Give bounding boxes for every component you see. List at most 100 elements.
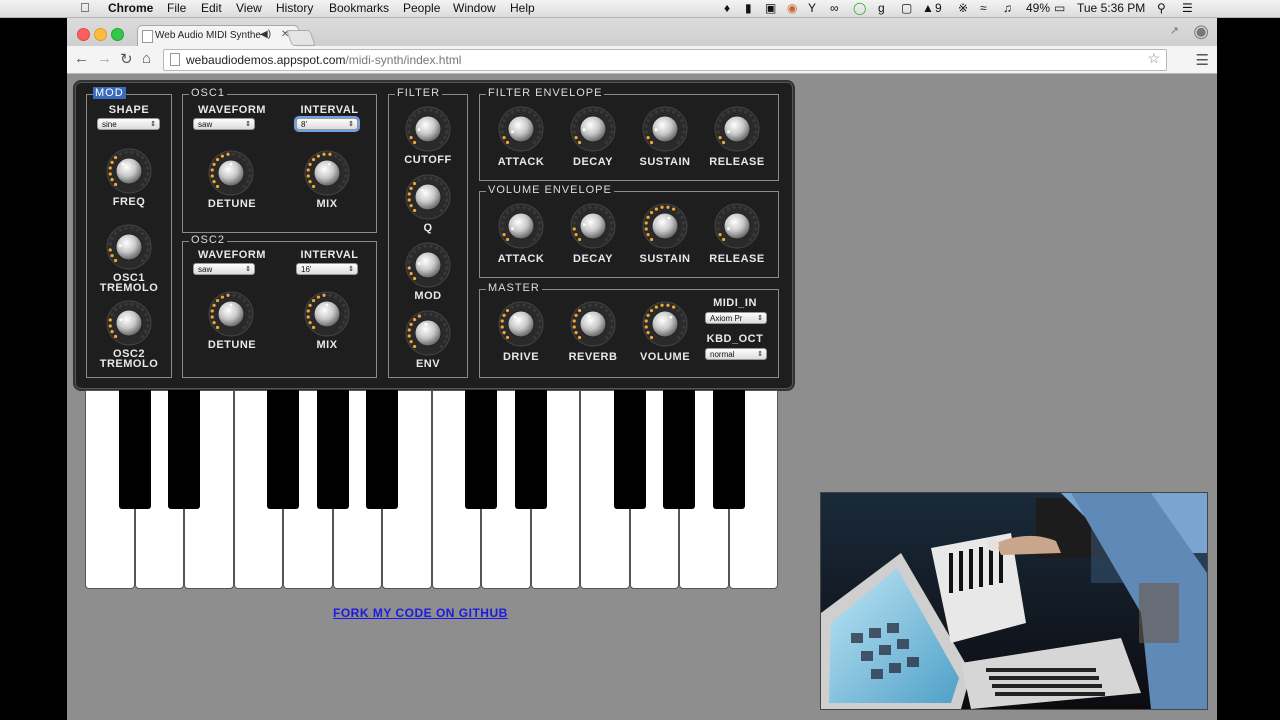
osc1-interval-select[interactable]: 8' ⇕ [296, 118, 358, 130]
volume-knob[interactable] [641, 300, 689, 348]
fenv-sustain-knob[interactable] [641, 105, 689, 153]
venv-sustain-knob[interactable] [641, 202, 689, 250]
clock[interactable]: Tue 5:36 PM [1077, 1, 1145, 15]
reverb-knob[interactable] [569, 300, 617, 348]
knob-led [522, 108, 526, 112]
circle-icon[interactable]: ◯ [853, 1, 866, 15]
knob-led [522, 205, 526, 209]
osc1-tremolo-knob[interactable] [105, 223, 153, 271]
notification-center-icon[interactable]: ☰ [1182, 1, 1193, 15]
adobe-icon[interactable]: ▲ [922, 1, 934, 15]
osc1-waveform-label: WAVEFORM [198, 104, 266, 116]
notification-icon[interactable]: ♦ [724, 1, 730, 15]
battery-percent[interactable]: 49% [1026, 1, 1050, 15]
knob-led [502, 313, 506, 317]
osc1-detune-knob[interactable] [207, 149, 255, 197]
fullscreen-icon[interactable]: ↗ [1170, 24, 1179, 37]
glasses-icon[interactable]: ∞ [830, 1, 839, 15]
new-tab-button[interactable] [286, 30, 316, 46]
volume-icon[interactable]: ♫ [1003, 1, 1012, 15]
knob-led [608, 118, 612, 122]
fenv-release-knob[interactable] [713, 105, 761, 153]
knob-led [505, 237, 510, 242]
menu-people[interactable]: People [403, 1, 440, 15]
knob-graphic [642, 301, 688, 347]
black-key[interactable] [712, 390, 745, 509]
mod-section: MOD SHAPE sine ⇕ FREQ OSC1 TREMOLO OSC2 T… [86, 87, 172, 378]
midi-in-select[interactable]: Axiom Pr ⇕ [705, 312, 767, 324]
knob-led [516, 108, 520, 112]
black-key[interactable] [168, 390, 200, 509]
osc2-mix-knob[interactable] [303, 290, 351, 338]
forward-button[interactable]: → [97, 50, 112, 67]
black-key[interactable] [366, 390, 398, 509]
app-menu[interactable]: Chrome [108, 1, 153, 15]
venv-decay-knob[interactable] [569, 202, 617, 250]
menu-window[interactable]: Window [453, 1, 496, 15]
drive-knob[interactable] [497, 300, 545, 348]
apple-menu-icon[interactable]:  [80, 0, 90, 15]
q-knob[interactable] [404, 173, 452, 221]
menu-edit[interactable]: Edit [201, 1, 222, 15]
wifi-icon[interactable]: ≈ [980, 1, 987, 15]
menu-history[interactable]: History [276, 1, 313, 15]
record-icon[interactable]: ◉ [787, 1, 797, 15]
freq-knob[interactable] [105, 147, 153, 195]
speaker-icon[interactable]: ◀) [260, 29, 271, 40]
back-button[interactable]: ← [74, 50, 89, 67]
shape-select[interactable]: sine ⇕ [97, 118, 160, 130]
black-key[interactable] [316, 390, 349, 509]
black-key[interactable] [118, 390, 151, 509]
knob-led [423, 244, 427, 248]
fenv-decay-knob[interactable] [569, 105, 617, 153]
google-icon[interactable]: g [878, 1, 885, 15]
bookmark-star-icon[interactable]: ☆ [1147, 50, 1160, 67]
address-bar[interactable]: webaudiodemos.appspot.com/midi-synth/ind… [163, 49, 1167, 71]
osc1-mix-knob[interactable] [303, 149, 351, 197]
knob-led [752, 215, 756, 219]
osc2-detune-knob[interactable] [207, 290, 255, 338]
home-button[interactable]: ⌂ [142, 50, 151, 67]
chrome-menu-icon[interactable]: ☰ [1196, 51, 1209, 69]
knob-led [215, 157, 220, 162]
osc2-waveform-select[interactable]: saw ⇕ [193, 263, 255, 275]
kbd-oct-select[interactable]: normal ⇕ [705, 348, 767, 360]
display-icon[interactable]: ▢ [901, 1, 912, 15]
fenv-attack-knob[interactable] [497, 105, 545, 153]
venv-attack-knob[interactable] [497, 202, 545, 250]
menu-view[interactable]: View [236, 1, 262, 15]
knob-led [574, 118, 578, 122]
knob-led [210, 174, 214, 178]
battery-icon-small[interactable]: ▮ [745, 1, 752, 15]
knob-led [110, 236, 114, 240]
venv-release-knob[interactable] [713, 202, 761, 250]
close-window-button[interactable] [77, 28, 90, 41]
env-knob[interactable] [404, 309, 452, 357]
menu-help[interactable]: Help [510, 1, 535, 15]
knob-graphic [642, 203, 688, 249]
bluetooth-icon[interactable]: ※ [958, 1, 968, 15]
camera-icon[interactable]: ▣ [765, 1, 776, 15]
tab-web-audio-midi[interactable]: Web Audio MIDI Synthe ◀) ✕ [137, 25, 299, 47]
battery-icon[interactable]: ▭ [1054, 1, 1065, 15]
menu-file[interactable]: File [167, 1, 186, 15]
fork-on-github-link[interactable]: FORK MY CODE ON GITHUB [333, 606, 508, 620]
black-key[interactable] [514, 390, 547, 509]
osc2-interval-select[interactable]: 16' ⇕ [296, 263, 358, 275]
menu-bookmarks[interactable]: Bookmarks [329, 1, 389, 15]
black-key[interactable] [663, 390, 695, 509]
filter-mod-knob[interactable] [404, 241, 452, 289]
osc2-tremolo-knob[interactable] [105, 299, 153, 347]
knob-led [644, 319, 648, 323]
minimize-window-button[interactable] [94, 28, 107, 41]
black-key[interactable] [267, 390, 299, 509]
spotlight-search-icon[interactable]: ⚲ [1157, 1, 1166, 15]
knob-led [532, 237, 537, 242]
black-key[interactable] [613, 390, 646, 509]
black-key[interactable] [465, 390, 497, 509]
cutoff-knob[interactable] [404, 105, 452, 153]
zoom-window-button[interactable] [111, 28, 124, 41]
reload-button[interactable]: ↻ [120, 50, 133, 68]
osc1-waveform-select[interactable]: saw ⇕ [193, 118, 255, 130]
tree-icon[interactable]: Y [808, 1, 816, 15]
